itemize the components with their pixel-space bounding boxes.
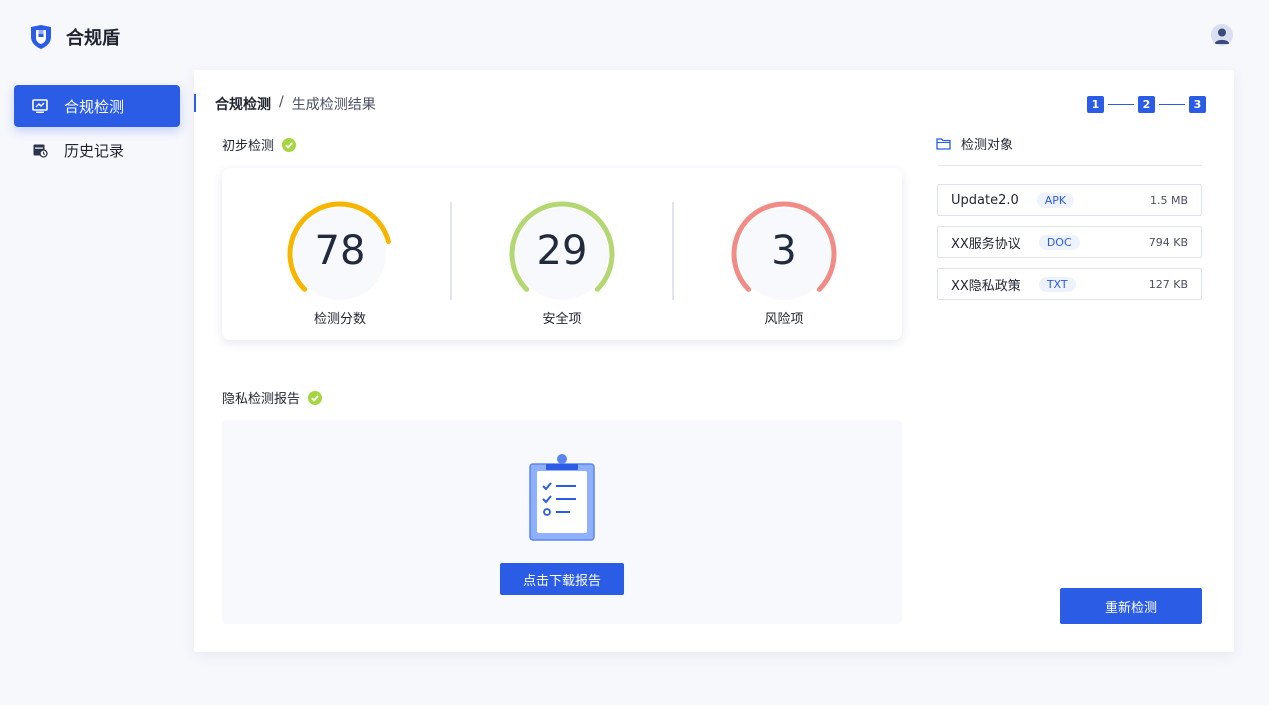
shield-logo-icon <box>31 25 51 49</box>
target-size: 794 KB <box>1148 235 1188 249</box>
gauge-label: 安全项 <box>542 312 582 327</box>
gauge-label: 风险项 <box>764 312 804 327</box>
app-root: 合规盾 合规检测 历史记录 合规检测 / 生成检测结果 1 2 3 初步检测 7… <box>0 0 1269 705</box>
score-card: 78 检测分数 29 安全项 3 风险项 <box>222 168 902 340</box>
target-name: XX服务协议 <box>951 236 1021 252</box>
gauge-value: 78 <box>314 228 366 274</box>
targets-title: 检测对象 <box>936 134 1013 153</box>
gauge-divider <box>672 202 674 300</box>
gauge-safe: 29 安全项 <box>506 198 618 338</box>
target-type-badge: DOC <box>1038 234 1080 250</box>
redetect-button[interactable]: 重新检测 <box>1060 588 1202 624</box>
calendar-clock-icon <box>33 144 48 158</box>
user-icon <box>1214 28 1230 44</box>
panel-accent-bar <box>194 94 196 112</box>
folder-icon <box>936 138 951 150</box>
check-circle-icon <box>282 137 297 152</box>
target-item[interactable]: XX隐私政策 TXT 127 KB <box>937 268 1202 300</box>
download-report-button[interactable]: 点击下载报告 <box>500 563 624 595</box>
monitor-chart-icon <box>32 99 48 113</box>
gauge-score: 78 检测分数 <box>284 198 396 338</box>
app-name: 合规盾 <box>66 28 120 49</box>
brand: 合规盾 <box>28 24 120 50</box>
step-connector <box>1159 104 1185 105</box>
target-size: 127 KB <box>1148 277 1188 291</box>
initial-check-title: 初步检测 <box>222 135 297 154</box>
target-name: XX隐私政策 <box>951 278 1021 294</box>
step-1: 1 <box>1087 96 1104 113</box>
section-title-text: 隐私检测报告 <box>222 392 301 407</box>
breadcrumb: 合规检测 / 生成检测结果 <box>215 94 376 114</box>
privacy-report-title: 隐私检测报告 <box>222 388 323 407</box>
clipboard-checklist-icon <box>529 454 595 541</box>
step-indicator: 1 2 3 <box>1087 96 1206 113</box>
target-size: 1.5 MB <box>1149 193 1188 207</box>
sidebar: 合规检测 历史记录 <box>14 85 180 173</box>
gauge-value: 29 <box>536 228 588 274</box>
gauge-risk: 3 风险项 <box>728 198 840 338</box>
user-avatar[interactable] <box>1211 24 1233 46</box>
check-circle-icon <box>308 390 323 405</box>
target-item[interactable]: XX服务协议 DOC 794 KB <box>937 226 1202 258</box>
main-panel: 合规检测 / 生成检测结果 1 2 3 初步检测 78 检测分数 29 安全项 … <box>194 70 1234 652</box>
sidebar-item-compliance-check[interactable]: 合规检测 <box>14 85 180 127</box>
step-2: 2 <box>1138 96 1155 113</box>
targets-divider <box>938 165 1202 166</box>
breadcrumb-current: 生成检测结果 <box>291 97 376 113</box>
gauge-divider <box>450 202 452 300</box>
target-type-badge: TXT <box>1038 276 1076 292</box>
privacy-report-area: 点击下载报告 <box>222 420 902 624</box>
step-connector <box>1108 104 1134 105</box>
sidebar-item-label: 合规检测 <box>64 97 125 116</box>
step-3: 3 <box>1189 96 1206 113</box>
target-name: Update2.0 <box>951 192 1019 208</box>
target-item[interactable]: Update2.0 APK 1.5 MB <box>937 184 1202 216</box>
sidebar-item-history[interactable]: 历史记录 <box>14 129 180 171</box>
section-title-text: 初步检测 <box>222 139 275 154</box>
target-type-badge: APK <box>1036 192 1075 208</box>
targets-title-text: 检测对象 <box>961 138 1014 153</box>
breadcrumb-separator: / <box>279 94 284 110</box>
sidebar-item-label: 历史记录 <box>64 141 125 160</box>
gauge-value: 3 <box>771 228 797 274</box>
breadcrumb-root[interactable]: 合规检测 <box>215 94 271 114</box>
gauge-label: 检测分数 <box>313 312 366 327</box>
